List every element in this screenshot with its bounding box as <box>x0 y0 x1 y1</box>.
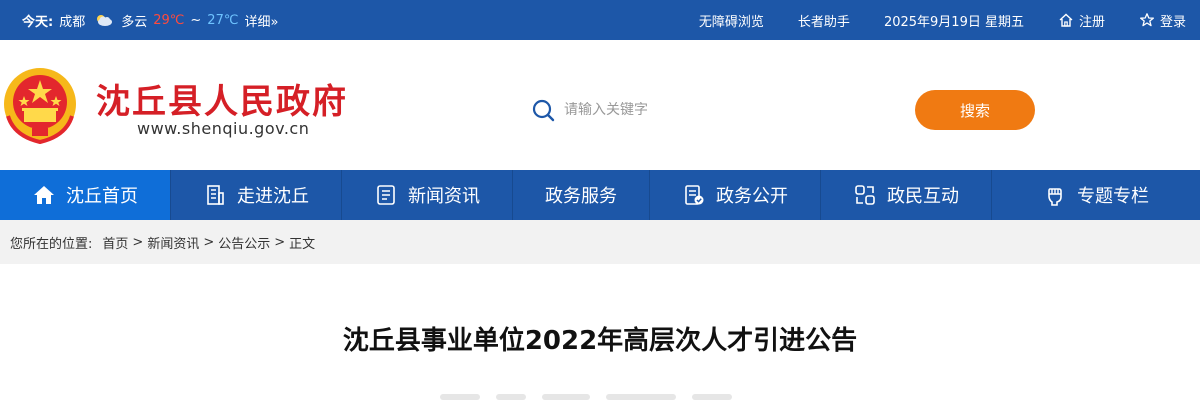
weather-text: 多云 <box>121 14 148 30</box>
search-box <box>530 90 900 130</box>
nav-item-interaction[interactable]: 政民互动 <box>821 170 992 220</box>
breadcrumb-separator: > <box>132 234 144 250</box>
temp-tilde: ~ <box>190 12 202 28</box>
nav-item-label: 新闻资讯 <box>408 186 480 207</box>
breadcrumb-current: 正文 <box>289 236 316 252</box>
nav-item-topics[interactable]: 专题专栏 <box>992 170 1200 220</box>
building-icon <box>207 185 224 205</box>
breadcrumb: 您所在的位置: 首页 > 新闻资讯 > 公告公示 > 正文 <box>0 220 1200 264</box>
national-emblem-logo[interactable] <box>2 66 78 146</box>
nav-item-home[interactable]: 沈丘首页 <box>0 170 171 220</box>
article-meta-cutoff <box>440 394 760 400</box>
today-label: 今天: <box>22 14 54 30</box>
home-outline-icon <box>1059 13 1073 27</box>
nav-item-disclosure[interactable]: 政务公开 <box>650 170 821 220</box>
nav-item-label: 走进沈丘 <box>237 186 309 207</box>
fist-icon <box>1048 188 1062 206</box>
top-links: 无障碍浏览 长者助手 2025年9月19日 星期五 注册 登录 <box>699 0 1186 40</box>
document-check-icon <box>685 185 704 205</box>
nav-item-label: 政务公开 <box>716 186 788 207</box>
top-bar: 今天: 成都 多云 29℃ ~ 27℃ 详细» 无障碍浏览 长者助手 2025年… <box>0 0 1200 40</box>
breadcrumb-news[interactable]: 新闻资讯 <box>147 233 199 252</box>
nav-item-label: 政务服务 <box>545 186 617 207</box>
nav-item-label: 沈丘首页 <box>66 186 138 207</box>
weather-detail-link[interactable]: 详细» <box>244 11 278 30</box>
breadcrumb-prefix: 您所在的位置: <box>10 236 93 252</box>
site-url: www.shenqiu.gov.cn <box>137 119 310 138</box>
nav-item-label: 政民互动 <box>887 186 959 207</box>
weather-info: 今天: 成都 多云 29℃ ~ 27℃ 详细» <box>22 0 278 40</box>
register-label: 注册 <box>1078 14 1105 30</box>
temp-low: 27℃ <box>207 12 239 28</box>
nav-item-services[interactable]: 政务服务 <box>513 170 650 220</box>
breadcrumb-separator: > <box>203 234 215 250</box>
breadcrumb-notices[interactable]: 公告公示 <box>218 233 270 252</box>
partly-cloudy-icon <box>97 15 113 26</box>
login-label: 登录 <box>1159 14 1186 30</box>
main-nav: 沈丘首页 走进沈丘 新闻资讯 政务服务 政务公开 政民互动 专题专栏 <box>0 170 1200 220</box>
temp-high: 29℃ <box>153 12 185 28</box>
home-icon <box>34 186 54 204</box>
nav-item-news[interactable]: 新闻资讯 <box>342 170 513 220</box>
site-title[interactable]: 沈丘县人民政府 <box>96 74 348 123</box>
accessibility-link[interactable]: 无障碍浏览 <box>699 11 764 30</box>
breadcrumb-separator: > <box>274 234 286 250</box>
search-icon <box>532 99 555 122</box>
login-link[interactable]: 登录 <box>1139 11 1186 30</box>
register-link[interactable]: 注册 <box>1058 11 1105 30</box>
star-outline-icon <box>1140 13 1154 27</box>
current-date: 2025年9月19日 星期五 <box>883 14 1024 30</box>
article-title: 沈丘县事业单位2022年高层次人才引进公告 <box>342 326 858 356</box>
interaction-icon <box>855 185 875 205</box>
breadcrumb-home[interactable]: 首页 <box>102 233 128 252</box>
nav-item-label: 专题专栏 <box>1077 186 1149 207</box>
site-header: 沈丘县人民政府 www.shenqiu.gov.cn 搜索 <box>0 40 1200 170</box>
nav-item-about[interactable]: 走进沈丘 <box>171 170 342 220</box>
news-icon <box>377 185 395 205</box>
elder-assist-link[interactable]: 长者助手 <box>798 11 850 30</box>
city-name: 成都 <box>59 14 86 30</box>
search-input[interactable] <box>564 102 884 118</box>
search-button[interactable]: 搜索 <box>915 90 1035 130</box>
